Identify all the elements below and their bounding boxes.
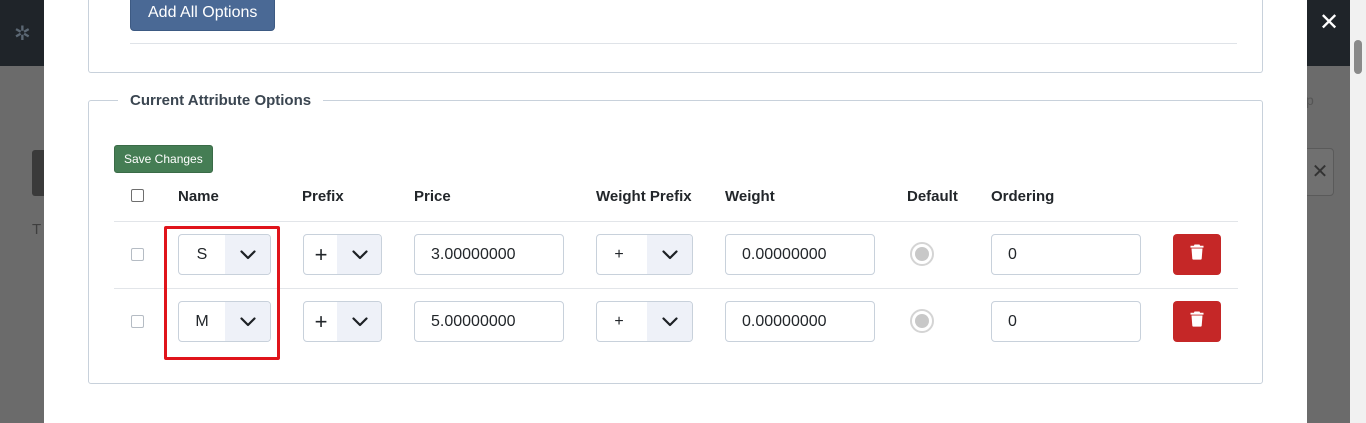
delete-button[interactable] xyxy=(1173,301,1221,342)
divider xyxy=(130,43,1237,44)
chevron-down-icon xyxy=(647,302,692,341)
row-divider xyxy=(114,288,1238,289)
save-changes-button[interactable]: Save Changes xyxy=(114,145,213,173)
price-input[interactable]: 5.00000000 xyxy=(414,301,564,342)
add-all-options-button[interactable]: Add All Options xyxy=(130,0,276,31)
weight-input[interactable]: 0.00000000 xyxy=(725,234,875,275)
column-header-ordering: Ordering xyxy=(991,188,1055,205)
chevron-down-icon xyxy=(647,235,692,274)
column-header-weight: Weight xyxy=(725,188,775,205)
prefix-select[interactable]: + xyxy=(303,301,382,342)
backdrop-close-icon: ✕ xyxy=(1306,148,1334,196)
scrollbar[interactable] xyxy=(1350,0,1366,423)
delete-button[interactable] xyxy=(1173,234,1221,275)
column-header-prefix: Prefix xyxy=(302,188,344,205)
column-header-price: Price xyxy=(414,188,451,205)
weight-input[interactable]: 0.00000000 xyxy=(725,301,875,342)
backdrop-text-left: T xyxy=(32,221,42,238)
modal-dialog: Add All Options Current Attribute Option… xyxy=(44,0,1307,423)
price-input[interactable]: 3.00000000 xyxy=(414,234,564,275)
weight-prefix-select-value: + xyxy=(614,246,624,263)
fieldset-legend: Current Attribute Options xyxy=(118,91,324,111)
row-divider xyxy=(114,221,1238,222)
weight-prefix-select[interactable]: + xyxy=(596,301,693,342)
prefix-select-value: + xyxy=(314,242,328,267)
trash-icon xyxy=(1190,311,1204,332)
column-header-name: Name xyxy=(178,188,219,205)
name-column-highlight xyxy=(164,226,280,360)
ordering-input[interactable]: 0 xyxy=(991,234,1141,275)
weight-prefix-select-value: + xyxy=(614,313,624,330)
column-header-default: Default xyxy=(907,188,958,205)
row-checkbox[interactable] xyxy=(131,248,144,261)
default-radio[interactable] xyxy=(910,242,934,266)
ordering-input[interactable]: 0 xyxy=(991,301,1141,342)
trash-icon xyxy=(1190,244,1204,265)
prefix-select[interactable]: + xyxy=(303,234,382,275)
backdrop-text-right: p xyxy=(1306,92,1314,108)
prefix-select-value: + xyxy=(314,309,328,334)
row-checkbox[interactable] xyxy=(131,315,144,328)
chevron-down-icon xyxy=(337,235,381,274)
close-icon[interactable]: ✕ xyxy=(1316,8,1342,36)
chevron-down-icon xyxy=(337,302,381,341)
column-header-weight-prefix: Weight Prefix xyxy=(596,188,692,205)
weight-prefix-select[interactable]: + xyxy=(596,234,693,275)
select-all-checkbox[interactable] xyxy=(131,189,144,202)
scrollbar-thumb[interactable] xyxy=(1354,40,1362,74)
default-radio[interactable] xyxy=(910,309,934,333)
joomla-logo-icon: ✲ xyxy=(14,21,31,45)
